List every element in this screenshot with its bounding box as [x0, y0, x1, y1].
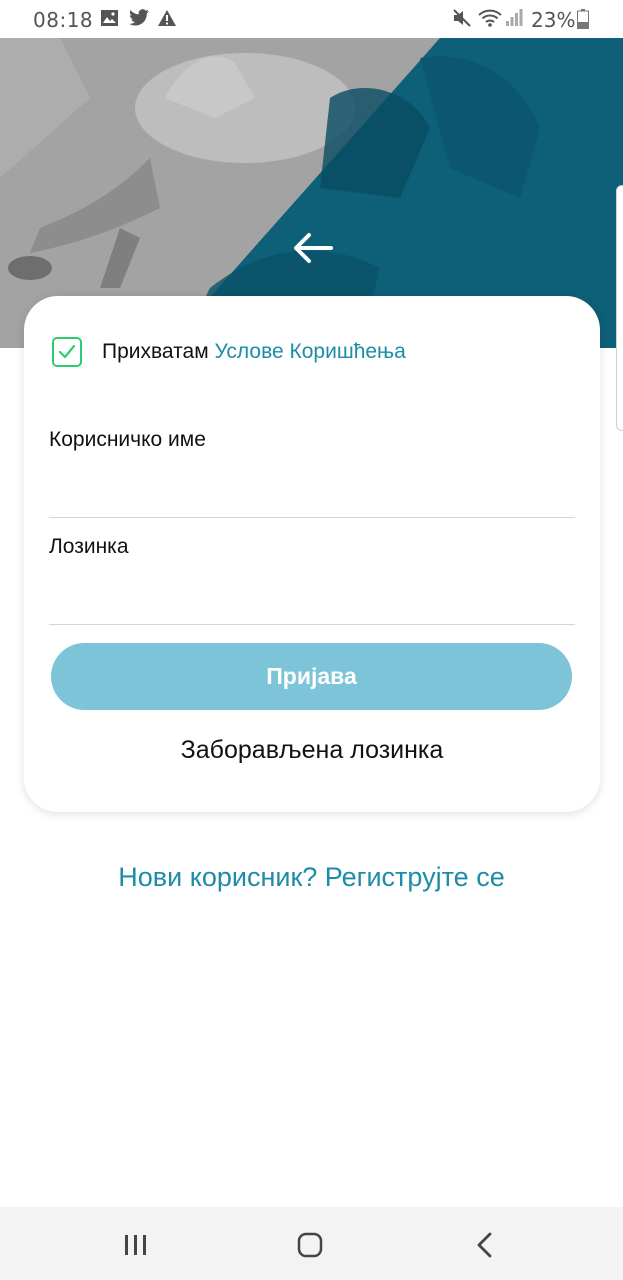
- status-time: 08:18: [33, 8, 94, 32]
- back-nav-icon[interactable]: [455, 1225, 515, 1265]
- terms-row: Прихватам Услове Коришћења: [102, 340, 406, 364]
- signal-icon: [506, 9, 523, 26]
- scroll-indicator: [616, 185, 623, 431]
- accept-label: Прихватам: [102, 340, 209, 363]
- terms-link[interactable]: Услове Коришћења: [214, 340, 405, 363]
- warning-icon: [158, 10, 176, 26]
- register-link[interactable]: Нови корисник? Региструјте се: [0, 862, 623, 893]
- mute-icon: [453, 9, 471, 27]
- battery-icon: [577, 9, 589, 29]
- terms-checkbox[interactable]: [52, 337, 82, 367]
- username-input[interactable]: [49, 477, 575, 518]
- wifi-icon: [478, 9, 502, 27]
- password-input[interactable]: [49, 584, 575, 625]
- status-bar: 08:18 23%: [0, 0, 623, 38]
- battery-percent: 23%: [531, 8, 576, 32]
- checkmark-icon: [58, 344, 76, 359]
- back-arrow-icon[interactable]: [287, 228, 339, 268]
- login-card: Прихватам Услове Коришћења Корисничко им…: [24, 296, 600, 812]
- recent-apps-icon[interactable]: [106, 1225, 166, 1265]
- username-label: Корисничко име: [49, 428, 206, 451]
- forgot-password-link[interactable]: Заборављена лозинка: [24, 736, 600, 765]
- image-icon: [101, 10, 118, 26]
- login-button[interactable]: Пријава: [51, 643, 572, 710]
- navigation-bar: [0, 1207, 623, 1280]
- twitter-icon: [129, 9, 149, 26]
- home-icon[interactable]: [280, 1225, 340, 1265]
- password-label: Лозинка: [49, 535, 129, 558]
